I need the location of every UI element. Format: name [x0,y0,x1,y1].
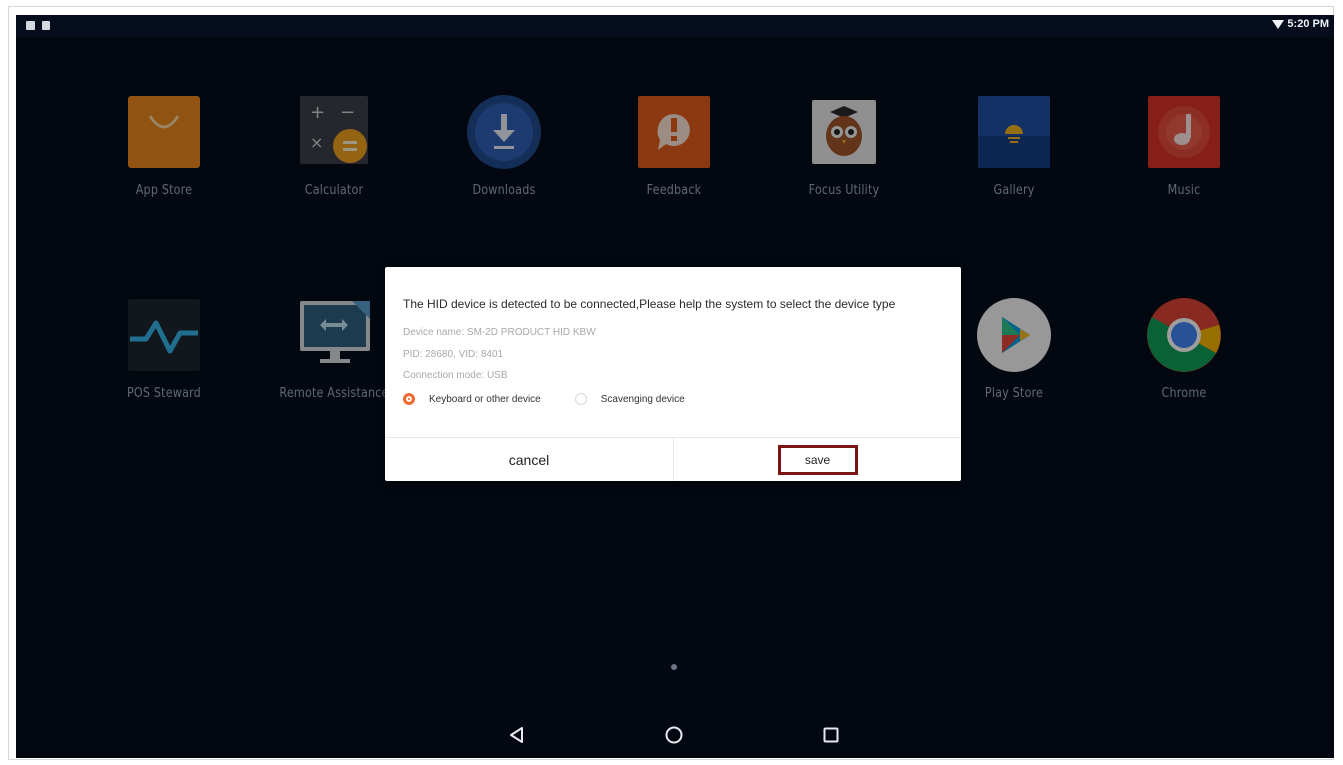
page-indicator [671,664,677,670]
tablet-screen: 5:20 PM App Store + − × Calculator Downl… [16,15,1334,758]
status-time: 5:20 PM [1287,18,1329,30]
image-notification-icon [26,21,35,30]
dialog-title: The HID device is detected to be connect… [403,297,896,311]
status-bar: 5:20 PM [16,15,1334,37]
option-keyboard[interactable]: Keyboard or other device [403,393,541,405]
cancel-button[interactable]: cancel [385,438,673,481]
device-name-text: Device name: SM-2D PRODUCT HID KBW [403,327,596,338]
save-button[interactable]: save [674,438,961,481]
device-type-options: Keyboard or other device Scavenging devi… [403,393,685,405]
pid-vid-text: PID: 28680, VID: 8401 [403,349,504,360]
home-icon[interactable] [664,725,684,745]
hid-device-dialog: The HID device is detected to be connect… [385,267,961,481]
cancel-label: cancel [508,451,550,468]
option-scavenging[interactable]: Scavenging device [574,393,685,405]
navigation-bar [16,715,1334,755]
save-highlight-box[interactable]: save [777,444,858,475]
radio-selected-icon[interactable] [403,393,415,405]
notification-icon [42,21,50,30]
status-right: 5:20 PM [1272,18,1329,30]
option-label: Keyboard or other device [429,393,541,405]
recents-icon[interactable] [821,725,841,745]
save-label: save [804,452,831,467]
radio-unselected-icon[interactable] [574,393,587,405]
option-label: Scavenging device [600,393,685,405]
back-icon[interactable] [507,725,527,745]
connection-mode-text: Connection mode: USB [403,370,508,381]
wifi-icon [1272,19,1285,29]
